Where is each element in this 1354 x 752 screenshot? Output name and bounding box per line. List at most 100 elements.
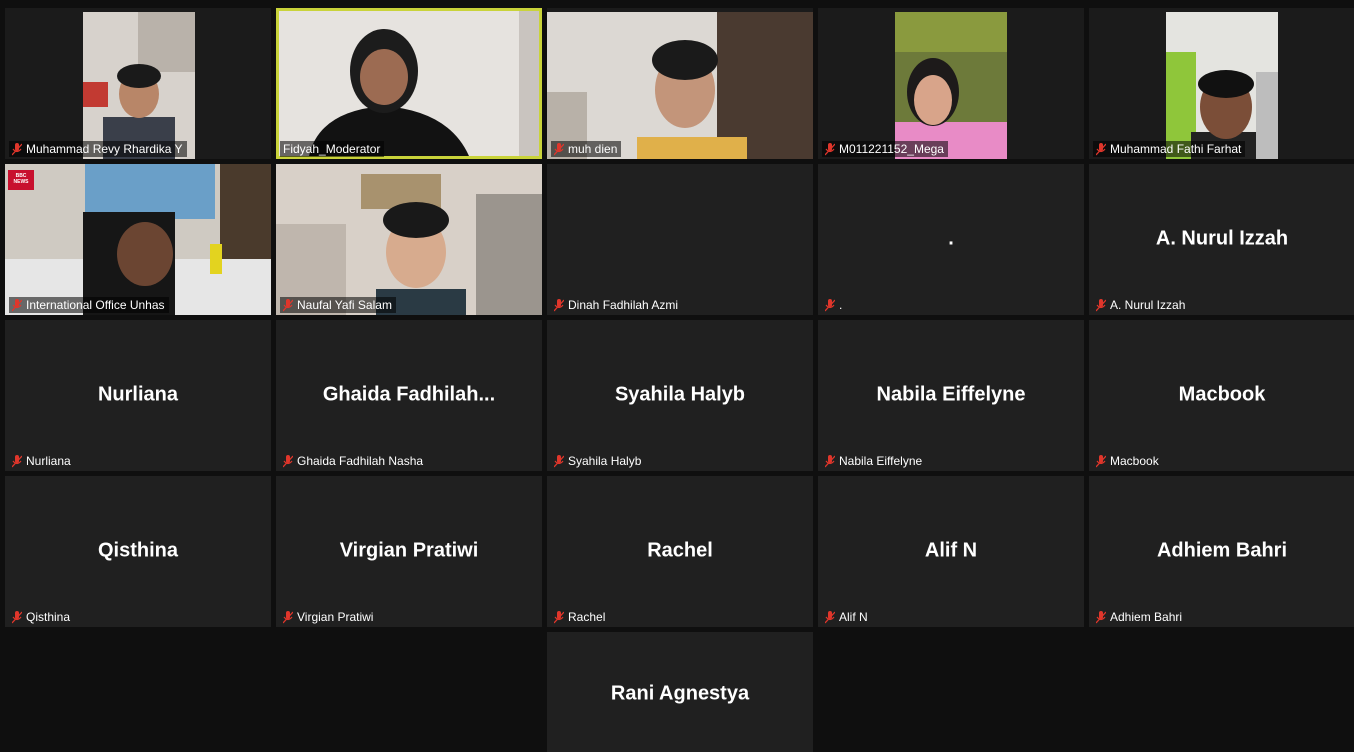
- participant-tile[interactable]: Qisthina Qisthina: [5, 476, 271, 627]
- participant-name-label: Macbook: [1093, 453, 1163, 469]
- participant-tile[interactable]: Adhiem Bahri Adhiem Bahri: [1089, 476, 1354, 627]
- participant-display-name: Syahila Halyb: [614, 382, 746, 405]
- mic-muted-icon: [825, 142, 835, 155]
- participant-name-label: muh dien: [551, 141, 622, 157]
- participant-name: Naufal Yafi Salam: [297, 298, 392, 312]
- participant-name-label: Dinah Fadhilah Azmi: [551, 297, 682, 313]
- participant-name: Muhammad Fathi Farhat: [1110, 142, 1242, 156]
- mic-muted-icon: [1096, 298, 1106, 311]
- participant-name: A. Nurul Izzah: [1110, 298, 1186, 312]
- participant-display-name: Rachel: [647, 538, 713, 561]
- participant-display-name: Qisthina: [97, 538, 178, 561]
- participant-display-name: A. Nurul Izzah: [1155, 226, 1289, 249]
- mic-muted-icon: [283, 610, 293, 623]
- participant-name: M011221152_Mega: [839, 142, 944, 156]
- mic-muted-icon: [825, 610, 835, 623]
- participant-video: [5, 164, 271, 315]
- participant-video: [895, 12, 1007, 159]
- participant-tile[interactable]: Alif N Alif N: [818, 476, 1084, 627]
- mic-muted-icon: [283, 298, 293, 311]
- participant-name-label: International Office Unhas: [9, 297, 169, 313]
- news-badge-text: BBC NEWS: [13, 173, 29, 185]
- participant-name: Adhiem Bahri: [1110, 610, 1183, 624]
- participant-tile[interactable]: Nabila Eiffelyne Nabila Eiffelyne: [818, 320, 1084, 471]
- participant-video: [1166, 12, 1278, 159]
- participant-name-label: A. Nurul Izzah: [1093, 297, 1189, 313]
- mic-muted-icon: [12, 298, 22, 311]
- participant-name: Nabila Eiffelyne: [839, 454, 923, 468]
- participant-name: Rachel: [568, 610, 606, 624]
- participant-video: [83, 12, 195, 159]
- participant-tile[interactable]: Virgian Pratiwi Virgian Pratiwi: [276, 476, 542, 627]
- participant-display-name: Alif N: [924, 538, 978, 561]
- participant-name-label: Nabila Eiffelyne: [822, 453, 926, 469]
- participant-name-label: Fidyah_Moderator: [280, 141, 385, 157]
- mic-muted-icon: [825, 454, 835, 467]
- mic-muted-icon: [12, 610, 22, 623]
- participant-name: Qisthina: [26, 610, 71, 624]
- participant-name: International Office Unhas: [26, 298, 165, 312]
- participant-name: Macbook: [1110, 454, 1159, 468]
- participant-tile[interactable]: BBC NEWS International Office Unhas: [5, 164, 271, 315]
- participant-tile[interactable]: M011221152_Mega: [818, 8, 1084, 159]
- participant-video: [279, 11, 539, 156]
- participant-tile[interactable]: Ghaida Fadhilah... Ghaida Fadhilah Nasha: [276, 320, 542, 471]
- participant-name: .: [839, 298, 843, 312]
- participant-name-label: Adhiem Bahri: [1093, 609, 1186, 625]
- mic-muted-icon: [554, 298, 564, 311]
- participant-name: Syahila Halyb: [568, 454, 642, 468]
- participant-display-name: Nurliana: [97, 382, 179, 405]
- participant-tile[interactable]: Rachel Rachel: [547, 476, 813, 627]
- participant-tile[interactable]: muh dien: [547, 8, 813, 159]
- participant-tile[interactable]: Nurliana Nurliana: [5, 320, 271, 471]
- participant-name-label: Rachel: [551, 609, 609, 625]
- participant-name: Dinah Fadhilah Azmi: [568, 298, 679, 312]
- participant-video: [276, 164, 542, 315]
- participant-name: Fidyah_Moderator: [283, 142, 381, 156]
- mic-muted-icon: [12, 454, 22, 467]
- participant-name-label: Syahila Halyb: [551, 453, 645, 469]
- mic-muted-icon: [554, 142, 564, 155]
- participant-tile[interactable]: . .: [818, 164, 1084, 315]
- participant-display-name: Macbook: [1178, 382, 1266, 405]
- participant-name-label: Muhammad Revy Rhardika Y: [9, 141, 187, 157]
- participant-name: Nurliana: [26, 454, 71, 468]
- participant-name-label: .: [822, 297, 846, 313]
- participant-display-name: Ghaida Fadhilah...: [322, 382, 496, 405]
- participant-name-label: M011221152_Mega: [822, 141, 948, 157]
- participant-tile[interactable]: Syahila Halyb Syahila Halyb: [547, 320, 813, 471]
- participant-name-label: Naufal Yafi Salam: [280, 297, 396, 313]
- mic-muted-icon: [554, 454, 564, 467]
- participant-name: Muhammad Revy Rhardika Y: [26, 142, 183, 156]
- participant-tile[interactable]: A. Nurul Izzah A. Nurul Izzah: [1089, 164, 1354, 315]
- participant-tile-active-speaker[interactable]: Fidyah_Moderator: [276, 8, 542, 159]
- participant-name-label: Muhammad Fathi Farhat: [1093, 141, 1246, 157]
- participant-name: Virgian Pratiwi: [297, 610, 374, 624]
- participant-tile[interactable]: Macbook Macbook: [1089, 320, 1354, 471]
- participant-display-name: Rani Agnestya: [610, 682, 750, 705]
- participant-video: [547, 12, 813, 159]
- mic-muted-icon: [1096, 454, 1106, 467]
- participant-name: muh dien: [568, 142, 618, 156]
- gallery-grid: Muhammad Revy Rhardika Y Fidyah_Moderato…: [5, 8, 1354, 752]
- mic-muted-icon: [554, 610, 564, 623]
- participant-tile[interactable]: Muhammad Revy Rhardika Y: [5, 8, 271, 159]
- mic-muted-icon: [283, 454, 293, 467]
- participant-name-label: Virgian Pratiwi: [280, 609, 377, 625]
- participant-display-name: Nabila Eiffelyne: [876, 382, 1026, 405]
- participant-tile[interactable]: Naufal Yafi Salam: [276, 164, 542, 315]
- participant-name-label: Ghaida Fadhilah Nasha: [280, 453, 427, 469]
- mic-muted-icon: [825, 298, 835, 311]
- participant-display-name: Adhiem Bahri: [1156, 538, 1288, 561]
- participant-name-label: Alif N: [822, 609, 872, 625]
- participant-tile[interactable]: Dinah Fadhilah Azmi: [547, 164, 813, 315]
- participant-display-name: .: [948, 226, 954, 249]
- participant-name-label: Qisthina: [9, 609, 74, 625]
- mic-muted-icon: [12, 142, 22, 155]
- bbc-news-logo: BBC NEWS: [8, 170, 34, 190]
- participant-tile[interactable]: Rani Agnestya: [547, 632, 813, 752]
- participant-name: Alif N: [839, 610, 868, 624]
- mic-muted-icon: [1096, 142, 1106, 155]
- participant-tile[interactable]: Muhammad Fathi Farhat: [1089, 8, 1354, 159]
- mic-muted-icon: [1096, 610, 1106, 623]
